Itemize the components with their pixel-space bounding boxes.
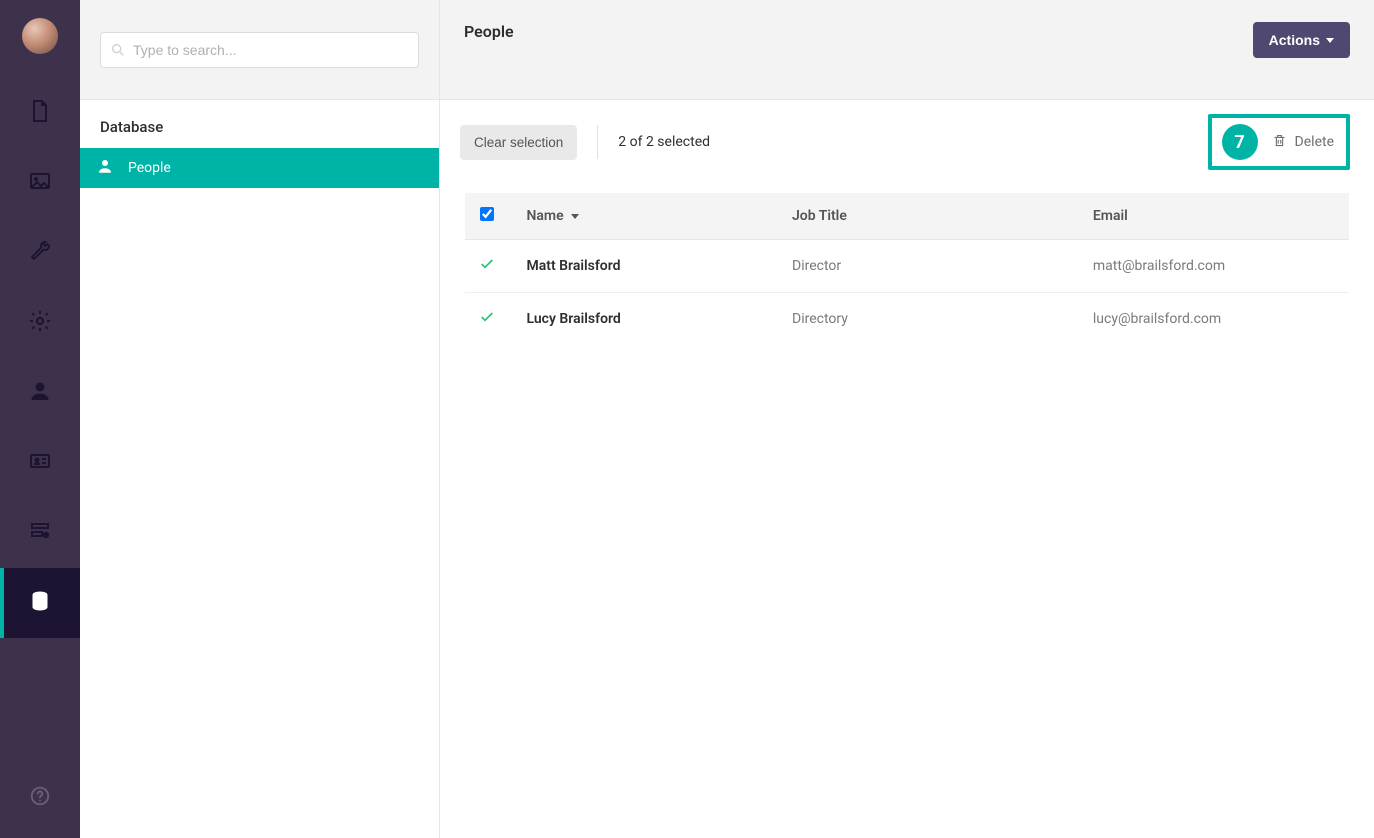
rail-database[interactable] — [0, 568, 80, 638]
toolbar: Clear selection 2 of 2 selected 7 Delete — [440, 100, 1374, 184]
table-row[interactable]: Lucy Brailsford Directory lucy@brailsfor… — [465, 293, 1350, 346]
column-header-name-label: Name — [527, 208, 564, 224]
person-icon — [96, 157, 128, 179]
app-rail — [0, 0, 80, 838]
check-icon — [479, 260, 495, 276]
page-title: People — [464, 22, 514, 41]
toolbar-right: 7 Delete — [1208, 114, 1350, 170]
actions-button[interactable]: Actions — [1253, 22, 1350, 58]
cell-email: lucy@brailsford.com — [1075, 293, 1350, 346]
selection-status: 2 of 2 selected — [618, 134, 710, 150]
sort-desc-icon — [571, 214, 579, 219]
row-select-cell[interactable] — [465, 293, 509, 346]
cell-name: Lucy Brailsford — [509, 293, 775, 346]
form-icon — [28, 519, 52, 547]
check-icon — [479, 313, 495, 329]
avatar[interactable] — [22, 18, 58, 54]
search-icon — [110, 42, 126, 58]
database-icon — [28, 589, 52, 617]
rail-forms[interactable] — [0, 498, 80, 568]
sidebar-section-title: Database — [80, 100, 439, 148]
wrench-icon — [28, 239, 52, 267]
sidebar-item-label: People — [128, 160, 171, 176]
step-badge: 7 — [1222, 124, 1258, 160]
rail-users[interactable] — [0, 358, 80, 428]
sidebar-header — [80, 0, 439, 100]
sidebar-item-people[interactable]: People — [80, 148, 439, 188]
clear-selection-button[interactable]: Clear selection — [460, 125, 577, 160]
main: People Actions Clear selection 2 of 2 se… — [440, 0, 1374, 838]
people-table: Name Job Title Email Matt Brailsford Dir… — [464, 192, 1350, 346]
rail-settings[interactable] — [0, 218, 80, 288]
trash-icon — [1272, 133, 1287, 152]
sidebar: Database People — [80, 0, 440, 838]
file-icon — [28, 99, 52, 127]
column-header-name[interactable]: Name — [509, 193, 775, 240]
column-header-email[interactable]: Email — [1075, 193, 1350, 240]
search-input[interactable] — [100, 32, 419, 68]
toolbar-divider — [597, 125, 598, 159]
cell-job: Directory — [774, 293, 1075, 346]
cell-email: matt@brailsford.com — [1075, 240, 1350, 293]
column-header-job[interactable]: Job Title — [774, 193, 1075, 240]
actions-button-label: Actions — [1269, 32, 1320, 48]
table-row[interactable]: Matt Brailsford Director matt@brailsford… — [465, 240, 1350, 293]
rail-content[interactable] — [0, 78, 80, 148]
delete-label: Delete — [1295, 134, 1334, 150]
rail-media[interactable] — [0, 148, 80, 218]
cell-job: Director — [774, 240, 1075, 293]
image-icon — [28, 169, 52, 197]
delete-button[interactable]: Delete — [1272, 133, 1334, 152]
select-all-checkbox[interactable] — [480, 207, 494, 221]
main-header: People Actions — [440, 0, 1374, 100]
chevron-down-icon — [1326, 38, 1334, 43]
help-icon — [29, 785, 51, 811]
id-card-icon — [28, 449, 52, 477]
select-all-header[interactable] — [465, 193, 509, 240]
user-icon — [28, 379, 52, 407]
rail-members[interactable] — [0, 428, 80, 498]
rail-help[interactable] — [0, 768, 80, 828]
rail-config[interactable] — [0, 288, 80, 358]
row-select-cell[interactable] — [465, 240, 509, 293]
cell-name: Matt Brailsford — [509, 240, 775, 293]
gear-icon — [28, 309, 52, 337]
